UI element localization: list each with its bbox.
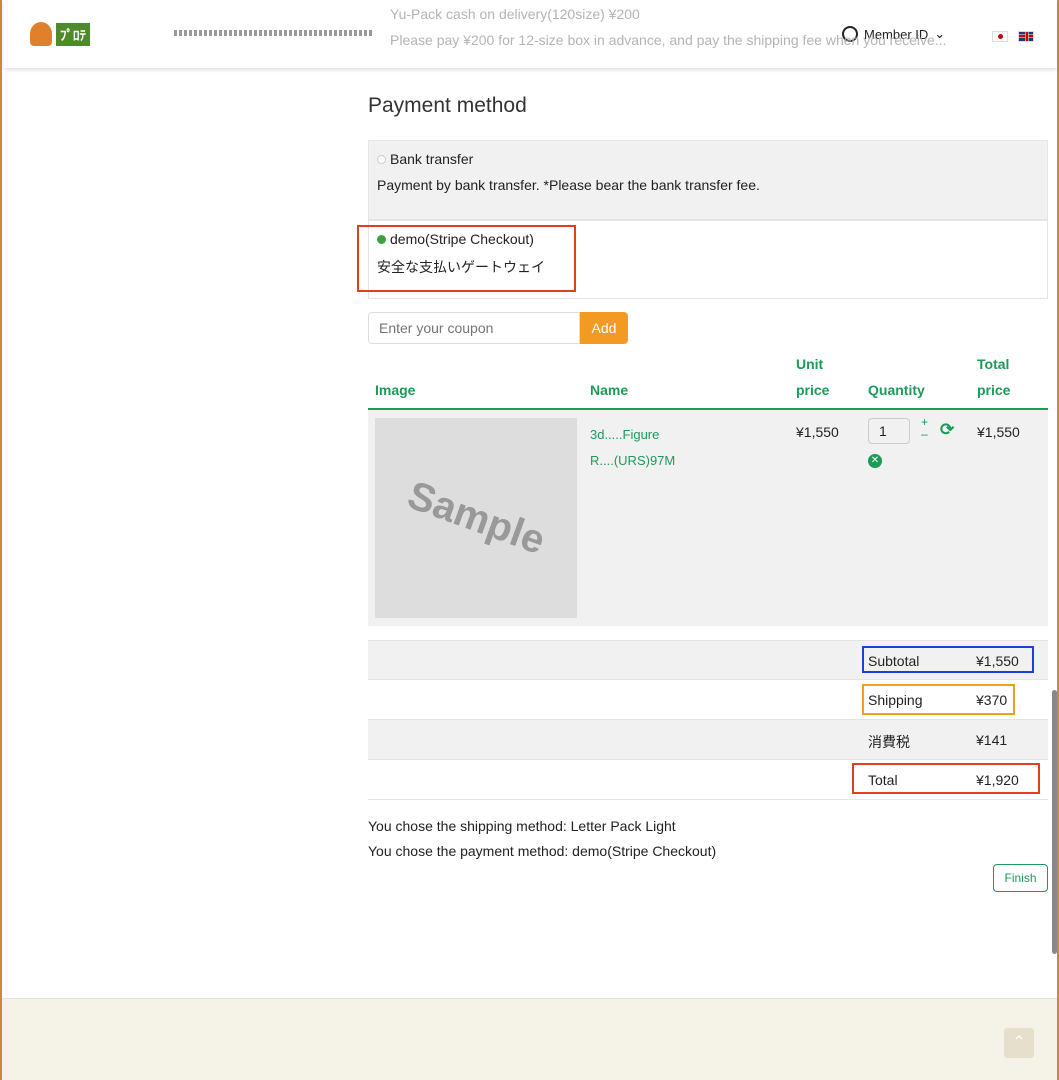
coupon-input[interactable] [368,312,580,344]
total-price: ¥1,550 [977,424,1020,440]
minus-icon: – [921,427,928,441]
col-image: Image [375,382,416,398]
flag-jp-icon[interactable] [992,31,1008,42]
option-desc: Payment by bank transfer. *Please bear t… [377,177,760,193]
shipping-method-info: You chose the shipping method: Letter Pa… [368,818,676,834]
site-header: ﾌﾟﾛﾃ Member ID ⌄ [4,0,1057,68]
quantity-stepper[interactable]: + – [921,416,928,440]
payment-option-bank[interactable]: Bank transfer Payment by bank transfer. … [368,140,1048,220]
table-row: Sample 3d.....Figure R....(URS)97M ¥1,550… [368,408,1048,626]
payment-method-info: You chose the payment method: demo(Strip… [368,843,717,859]
highlight-box [862,684,1015,715]
payment-heading: Payment method [368,94,527,117]
add-coupon-button[interactable]: Add [580,312,628,344]
unit-price: ¥1,550 [796,424,839,440]
col-name: Name [590,382,629,398]
highlight-box [862,646,1034,673]
highlight-box [852,763,1040,794]
chevron-down-icon: ⌄ [934,26,946,41]
chevron-up-icon: ⌃ [1012,1034,1026,1051]
refresh-icon[interactable]: ⟳ [940,420,954,440]
highlight-box [357,225,576,292]
main-nav[interactable] [174,30,374,36]
tax-row: 消費税 ¥141 [368,720,1048,760]
scrollbar[interactable] [1052,690,1057,954]
user-label: Member ID [864,26,929,42]
col-unit-price: Unit price [796,356,830,398]
user-icon [842,26,858,42]
user-menu[interactable]: Member ID ⌄ [842,26,945,42]
product-image: Sample [375,418,577,618]
finish-button[interactable]: Finish [993,864,1048,892]
flag-gb-icon[interactable] [1018,31,1034,42]
remove-icon[interactable]: ✕ [868,454,882,468]
quantity-input[interactable]: 1 [868,418,910,444]
footer [2,998,1057,1080]
back-to-top-button[interactable]: ⌃ [1004,1028,1034,1058]
col-quantity: Quantity [868,382,925,398]
col-total: Total price [977,356,1011,398]
radio-bank[interactable] [377,154,386,164]
site-logo[interactable]: ﾌﾟﾛﾃ [30,22,90,46]
option-label: Bank transfer [390,151,474,167]
product-name[interactable]: 3d.....Figure R....(URS)97M [590,422,675,474]
